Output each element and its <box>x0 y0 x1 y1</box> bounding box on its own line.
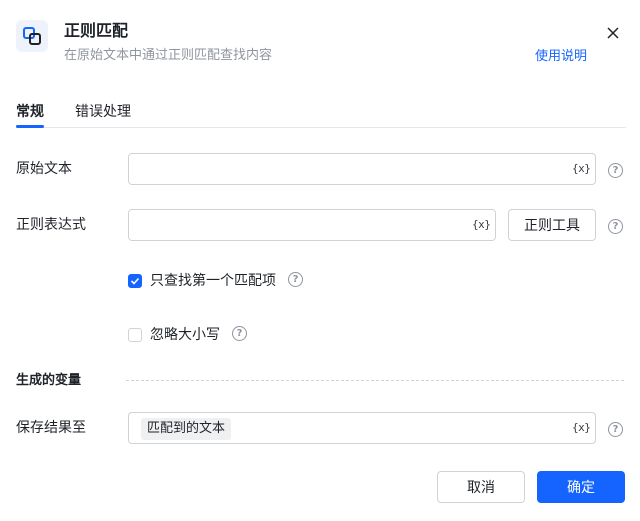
tab-general[interactable]: 常规 <box>16 102 44 122</box>
section-divider <box>126 380 624 381</box>
help-icon[interactable]: ? <box>288 272 303 287</box>
close-icon <box>607 27 619 39</box>
check-icon <box>130 277 140 285</box>
regex-match-icon <box>16 20 48 52</box>
tab-divider <box>16 127 626 128</box>
output-section-title: 生成的变量 <box>16 373 82 388</box>
variable-tag[interactable]: 匹配到的文本 <box>141 418 232 440</box>
tab-active-indicator <box>16 125 44 128</box>
first-match-label: 只查找第一个匹配项 <box>150 273 276 289</box>
dialog-subtitle: 在原始文本中通过正则匹配查找内容 <box>64 48 273 63</box>
ignore-case-label: 忽略大小写 <box>150 327 220 343</box>
help-icon[interactable]: ? <box>608 163 623 178</box>
confirm-button[interactable]: 确定 <box>537 471 625 503</box>
save-to-label: 保存结果至 <box>16 420 86 436</box>
variable-icon[interactable]: {x} <box>572 162 591 176</box>
first-match-checkbox[interactable] <box>128 274 142 288</box>
close-button[interactable] <box>602 22 624 44</box>
help-link[interactable]: 使用说明 <box>535 48 587 66</box>
cancel-button[interactable]: 取消 <box>437 471 525 503</box>
source-text-input[interactable] <box>128 153 596 185</box>
variable-icon[interactable]: {x} <box>572 421 591 435</box>
variable-icon[interactable]: {x} <box>472 218 491 232</box>
tab-error-handling[interactable]: 错误处理 <box>75 102 131 122</box>
regex-input[interactable] <box>128 209 496 241</box>
help-icon[interactable]: ? <box>608 219 623 234</box>
dialog-title: 正则匹配 <box>64 21 129 40</box>
ignore-case-checkbox[interactable] <box>128 328 142 342</box>
source-text-label: 原始文本 <box>16 161 72 177</box>
regex-label: 正则表达式 <box>16 217 86 233</box>
help-icon[interactable]: ? <box>608 422 623 437</box>
regex-tool-button[interactable]: 正则工具 <box>508 209 596 241</box>
help-icon[interactable]: ? <box>232 326 247 341</box>
